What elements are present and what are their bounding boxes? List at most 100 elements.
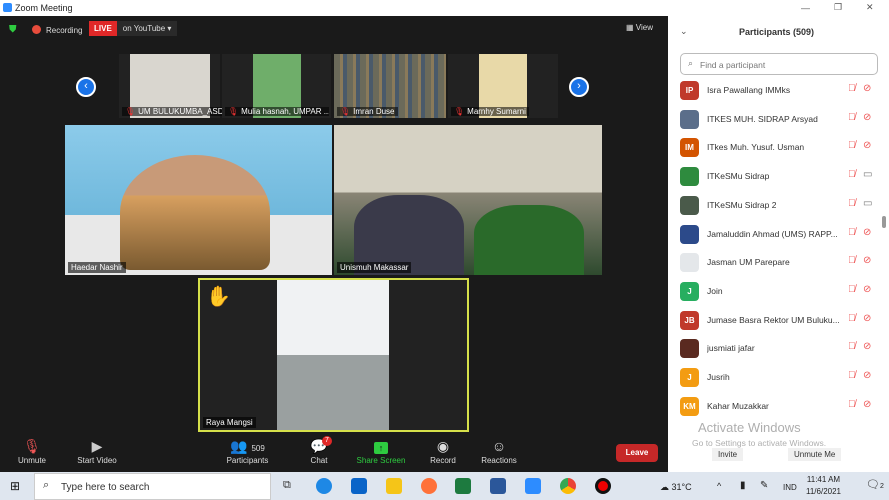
video-label: Raya Mangsi [203, 417, 256, 428]
participant-row[interactable]: J Join 🎙̸ ⊘ [680, 281, 880, 303]
video-tile-raya-active-speaker[interactable]: ✋ Raya Mangsi [198, 278, 469, 432]
language-indicator[interactable]: IND [783, 483, 797, 492]
participant-name: Raya Mangsi [206, 418, 253, 427]
close-button[interactable]: ✕ [866, 2, 874, 13]
chat-button[interactable]: 💬 7 Chat [304, 436, 334, 465]
mail-icon[interactable] [351, 478, 367, 494]
prev-page-button[interactable]: ‹ [76, 77, 96, 97]
video-on-icon: ▭ [863, 197, 873, 209]
reactions-button[interactable]: ☺ Reactions [476, 436, 522, 465]
avatar: J [680, 281, 699, 301]
taskbar-search-placeholder: Type here to search [61, 482, 150, 493]
participant-row[interactable]: J Jusrih 🎙̸ ⊘ [680, 367, 880, 389]
participant-row[interactable]: ITKES MUH. SIDRAP Arsyad 🎙̸ ⊘ [680, 109, 880, 131]
word-icon[interactable] [490, 478, 506, 494]
participant-name: UM BULUKUMBA_ASD... [138, 107, 226, 116]
notification-icon[interactable]: 🗨2 [866, 478, 884, 491]
window-title: Zoom Meeting [15, 3, 73, 13]
minimize-button[interactable]: — [801, 3, 810, 13]
muted-mic-icon: 🎙̸ [848, 140, 856, 152]
live-destination[interactable]: on YouTube ▾ [116, 21, 178, 36]
task-view-icon[interactable]: ⧉ [283, 479, 291, 492]
video-tile-haedar[interactable]: Haedar Nashir [65, 125, 332, 275]
video-tile-unismuh[interactable]: Unismuh Makassar [334, 125, 602, 275]
search-participant-input[interactable]: ⌕ Find a participant [680, 53, 878, 75]
muted-mic-icon: 🎙̸ [848, 255, 856, 267]
participant-row[interactable]: KM Kahar Muzakkar 🎙̸ ⊘ [680, 396, 880, 418]
participant-row[interactable]: Jamaluddin Ahmad (UMS) RAPP... 🎙̸ ⊘ [680, 224, 880, 246]
participant-row[interactable]: JB Jumase Basra Rektor UM Buluku... 🎙̸ ⊘ [680, 310, 880, 332]
avatar: IM [680, 138, 699, 158]
windows-start-icon[interactable]: ⊞ [10, 479, 20, 493]
clock-time: 11:41 AM [806, 475, 841, 484]
participant-row[interactable]: IP Isra Pawallang IMMks 🎙̸ ⊘ [680, 80, 880, 102]
leave-button[interactable]: Leave [616, 444, 658, 462]
clock-date: 11/6/2021 [806, 487, 841, 496]
thumbnail-tile[interactable]: 🎙 UM BULUKUMBA_ASD... [119, 54, 226, 118]
firefox-icon[interactable] [421, 478, 437, 494]
thumbnail-label: 🎙 Mulia hasnah, UMPAR ... [225, 107, 329, 116]
excel-icon[interactable] [455, 478, 471, 494]
video-off-icon: ⊘ [863, 341, 872, 353]
muted-mic-icon: 🎙̸ [848, 226, 856, 238]
activate-windows-watermark: Activate Windows [698, 420, 801, 435]
unmute-button[interactable]: 🎙 Unmute [12, 436, 52, 465]
video-off-icon: ⊘ [863, 140, 872, 152]
unmute-me-button[interactable]: Unmute Me [788, 448, 842, 461]
muted-mic-icon: 🎙̸ [848, 111, 856, 123]
scrollbar-thumb[interactable] [882, 216, 886, 228]
pen-tray-icon[interactable]: ✎ [760, 480, 768, 491]
video-label: Unismuh Makassar [337, 262, 412, 273]
recorder-icon[interactable] [595, 478, 611, 494]
taskbar-search-input[interactable]: ⌕ Type here to search [34, 473, 271, 500]
muted-mic-icon: 🎙̸ [848, 83, 856, 94]
thumbnail-tile[interactable]: 🎙 Mulia hasnah, UMPAR ... [222, 54, 331, 118]
maximize-button[interactable]: ❐ [834, 2, 842, 13]
thumbnail-tile[interactable]: 🎙 Marnhy Sumarni [448, 54, 558, 118]
share-screen-button[interactable]: ↑ Share Screen [352, 436, 410, 465]
shield-icon[interactable]: ⛊ [9, 24, 17, 35]
raised-hand-icon: ✋ [206, 286, 231, 308]
video-off-icon: ⊘ [863, 283, 872, 295]
panel-title: Participants (509) [739, 27, 815, 37]
participants-button[interactable]: 👥 509 Participants [220, 436, 275, 465]
muted-mic-icon: 🎙̸ [848, 169, 856, 181]
participant-row[interactable]: IM ITkes Muh. Yusuf. Usman 🎙̸ ⊘ [680, 137, 880, 159]
record-button[interactable]: ◉ Record [425, 436, 461, 465]
file-explorer-icon[interactable] [386, 478, 402, 494]
participant-name: Unismuh Makassar [340, 263, 409, 272]
start-video-button[interactable]: ▶ Start Video [72, 436, 122, 465]
participants-icon: 👥 509 [230, 438, 265, 454]
chrome-icon[interactable] [560, 478, 576, 494]
muted-mic-icon: 🎙̸ [848, 197, 856, 209]
participant-row[interactable]: ITKeSMu Sidrap 🎙̸ ▭ [680, 166, 880, 188]
collapse-chevron-icon[interactable]: ⌄ [680, 26, 688, 37]
zoom-logo-icon [3, 3, 12, 12]
live-stream-button[interactable]: LIVE on YouTube ▾ [89, 21, 178, 36]
participant-row[interactable]: jusmiati jafar 🎙̸ ⊘ [680, 338, 880, 360]
participant-name: Mulia hasnah, UMPAR ... [241, 107, 329, 116]
clock[interactable]: 11:41 AM 11/6/2021 [806, 475, 841, 496]
zoom-taskbar-icon[interactable] [525, 478, 541, 494]
weather-widget[interactable]: ☁ 31°C [660, 482, 692, 493]
participant-name: ITKeSMu Sidrap 2 [707, 199, 777, 210]
invite-button[interactable]: Invite [712, 448, 744, 461]
participant-row[interactable]: Jasman UM Parepare 🎙̸ ⊘ [680, 252, 880, 274]
view-button[interactable]: ▦ View [626, 23, 653, 32]
edge-icon[interactable] [316, 478, 332, 494]
search-placeholder: Find a participant [700, 60, 766, 70]
record-icon: ◉ [436, 438, 450, 454]
recording-label: Recording [46, 26, 83, 35]
video-off-icon: ▶ [91, 438, 103, 454]
reactions-icon: ☺ [491, 438, 507, 454]
muted-mic-icon: 🎙 [228, 107, 239, 116]
video-feed [277, 280, 389, 430]
muted-mic-icon: 🎙̸ [848, 341, 856, 353]
thumbnail-label: 🎙 Marnhy Sumarni [451, 107, 529, 116]
participant-row[interactable]: ITKeSMu Sidrap 2 🎙̸ ▭ [680, 195, 880, 217]
participants-count: 509 [251, 444, 265, 453]
tray-chevron-icon[interactable]: ^ [717, 481, 721, 491]
participant-name: jusmiati jafar [707, 343, 755, 354]
next-page-button[interactable]: › [569, 77, 589, 97]
thumbnail-tile[interactable]: 🎙 Imran Duse [334, 54, 446, 118]
